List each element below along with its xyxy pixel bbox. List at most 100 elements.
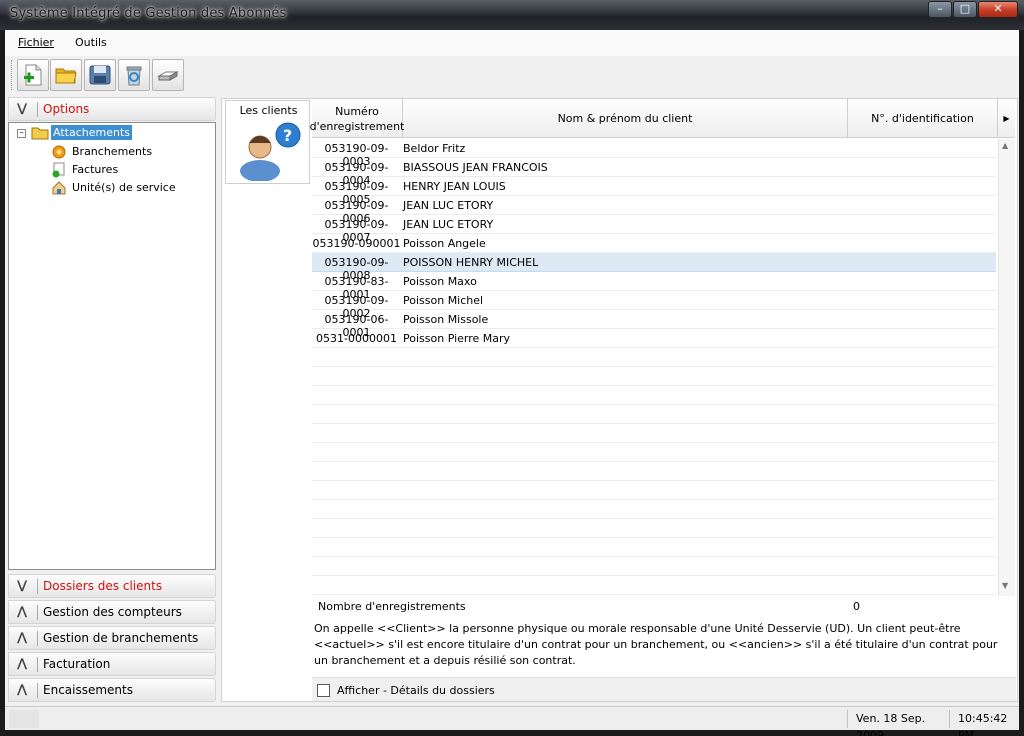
cell-nom: JEAN LUC ETORY: [403, 218, 494, 231]
table-row[interactable]: [312, 462, 996, 481]
status-time: 10:45:42 PM: [949, 710, 1019, 736]
table-row[interactable]: [312, 576, 996, 595]
table-row[interactable]: [312, 519, 996, 538]
svg-text:?: ?: [283, 126, 292, 145]
cell-nom: POISSON HENRY MICHEL: [403, 256, 539, 269]
window-title: Système Intégré de Gestion des Abonnés: [10, 6, 287, 21]
section-dossiers-des-clients[interactable]: ⋁ Dossiers des clients: [8, 574, 216, 598]
table-row[interactable]: [312, 386, 996, 405]
status-progress: [9, 710, 39, 728]
table-row[interactable]: 053190-09-0008 POISSON HENRY MICHEL: [312, 253, 996, 282]
cell-nom: HENRY JEAN LOUIS: [403, 180, 506, 193]
client-description: On appelle <<Client>> la personne physiq…: [314, 622, 998, 667]
open-button[interactable]: [50, 59, 82, 91]
status-bar: Ven. 18 Sep. 2009 10:45:42 PM: [5, 706, 1019, 736]
delete-button[interactable]: [118, 59, 150, 91]
clients-tile-label: Les clients: [239, 104, 298, 117]
save-button[interactable]: [84, 59, 116, 91]
expand-chevron-icon: ⋀: [17, 682, 28, 696]
cell-nom: Poisson Michel: [403, 294, 484, 307]
record-count-row: Nombre d'enregistrements 0: [318, 600, 1018, 616]
table-row[interactable]: [312, 405, 996, 424]
table-row[interactable]: 053190-09-0006 JEAN LUC ETORY: [312, 196, 996, 225]
table-row[interactable]: 053190-06-0001 Poisson Missole: [312, 310, 996, 339]
table-row[interactable]: [312, 557, 996, 576]
column-header-nom[interactable]: Nom & prénom du client: [403, 99, 848, 138]
new-document-icon: [24, 64, 42, 86]
tree-item-attachements[interactable]: Attachements: [51, 125, 132, 140]
section-label: Encaissements: [43, 683, 133, 697]
section-gestion-des-compteurs[interactable]: ⋀ Gestion des compteurs: [8, 600, 216, 624]
section-label: Gestion des compteurs: [43, 605, 182, 619]
table-row[interactable]: 053190-09-0004 BIASSOUS JEAN FRANCOIS: [312, 158, 996, 187]
branchements-icon: [52, 145, 66, 159]
table-row[interactable]: 053190-09-0007 JEAN LUC ETORY: [312, 215, 996, 244]
cell-nom: Poisson Maxo: [403, 275, 477, 288]
options-header[interactable]: ⋁ Options: [8, 97, 216, 121]
tree-item-factures[interactable]: Factures: [72, 163, 118, 176]
menu-fichier[interactable]: Fichier: [18, 36, 54, 49]
toolbar: [5, 56, 1019, 96]
section-gestion-de-branchements[interactable]: ⋀ Gestion de branchements: [8, 626, 216, 650]
service-unit-icon: [52, 181, 66, 195]
column-header-numero[interactable]: Numéro d'enregistrement: [310, 99, 404, 138]
details-checkbox-row: Afficher - Détails du dossiers: [312, 677, 1016, 701]
scroll-up-icon[interactable]: ▲: [1002, 141, 1008, 150]
client-help-icon: ?: [240, 122, 301, 181]
clients-tile[interactable]: Les clients ?: [225, 100, 310, 184]
section-label: Facturation: [43, 657, 111, 671]
table-row[interactable]: [312, 500, 996, 519]
clients-grid: Numéro d'enregistrement Nom & prénom du …: [310, 99, 1015, 597]
table-row[interactable]: 053190-09-0005 HENRY JEAN LOUIS: [312, 177, 996, 206]
factures-icon: [52, 162, 65, 178]
grid-header: Numéro d'enregistrement Nom & prénom du …: [310, 99, 1015, 138]
maximize-button[interactable]: □: [953, 1, 977, 18]
close-button[interactable]: ✕: [978, 1, 1018, 18]
maximize-icon: □: [959, 2, 971, 15]
record-count-value: 0: [853, 600, 860, 613]
expand-chevron-icon: ⋀: [17, 630, 28, 644]
folder-icon: [31, 127, 49, 140]
toolbar-grip[interactable]: [11, 60, 14, 90]
table-row[interactable]: 053190-09-0003 Beldor Fritz: [312, 139, 996, 168]
grid-rows: 053190-09-0003 Beldor Fritz 053190-09-0004…: [312, 139, 996, 595]
table-row[interactable]: 053190-83-0001 Poisson Maxo: [312, 272, 996, 301]
tree-collapse-toggle[interactable]: –: [17, 129, 26, 138]
menu-bar: Fichier Outils: [5, 30, 1019, 56]
options-label: Options: [43, 102, 90, 116]
table-row[interactable]: [312, 538, 996, 557]
table-row[interactable]: [312, 424, 996, 443]
scroll-down-icon[interactable]: ▼: [1002, 581, 1008, 590]
new-button[interactable]: [17, 59, 49, 91]
record-count-label: Nombre d'enregistrements: [318, 600, 466, 613]
details-checkbox-label[interactable]: Afficher - Détails du dossiers: [337, 684, 495, 697]
details-checkbox[interactable]: [317, 684, 330, 697]
cell-numero: 0531-0000001: [316, 332, 397, 345]
table-row[interactable]: [312, 348, 996, 367]
table-row[interactable]: 053190-09-0002 Poisson Michel: [312, 291, 996, 320]
table-row[interactable]: [312, 443, 996, 462]
cell-nom: Poisson Pierre Mary: [403, 332, 511, 345]
save-disk-icon: [89, 65, 111, 85]
open-folder-icon: [55, 68, 77, 84]
cell-numero: 053190-090001: [312, 237, 401, 250]
vertical-scrollbar[interactable]: ▲ ▼: [998, 139, 1015, 596]
tree-item-unites-de-service[interactable]: Unité(s) de service: [72, 181, 176, 194]
table-row[interactable]: [312, 367, 996, 386]
section-facturation[interactable]: ⋀ Facturation: [8, 652, 216, 676]
column-header-identification[interactable]: N°. d'identification: [848, 99, 998, 138]
expand-chevron-icon: ⋀: [17, 604, 28, 618]
menu-outils[interactable]: Outils: [75, 36, 107, 49]
tree-item-branchements[interactable]: Branchements: [72, 145, 152, 158]
status-date: Ven. 18 Sep. 2009: [847, 710, 947, 736]
scroll-right-icon[interactable]: ▶: [998, 99, 1015, 138]
table-row[interactable]: 0531-0000001 Poisson Pierre Mary: [312, 329, 996, 348]
print-button[interactable]: [152, 59, 184, 91]
minimize-button[interactable]: –: [928, 1, 952, 18]
section-encaissements[interactable]: ⋀ Encaissements: [8, 678, 216, 702]
print-icon: [157, 71, 179, 81]
title-bar[interactable]: Système Intégré de Gestion des Abonnés –…: [0, 0, 1024, 30]
minimize-icon: –: [937, 2, 943, 15]
table-row[interactable]: 053190-090001 Poisson Angele: [312, 234, 996, 253]
table-row[interactable]: [312, 481, 996, 500]
